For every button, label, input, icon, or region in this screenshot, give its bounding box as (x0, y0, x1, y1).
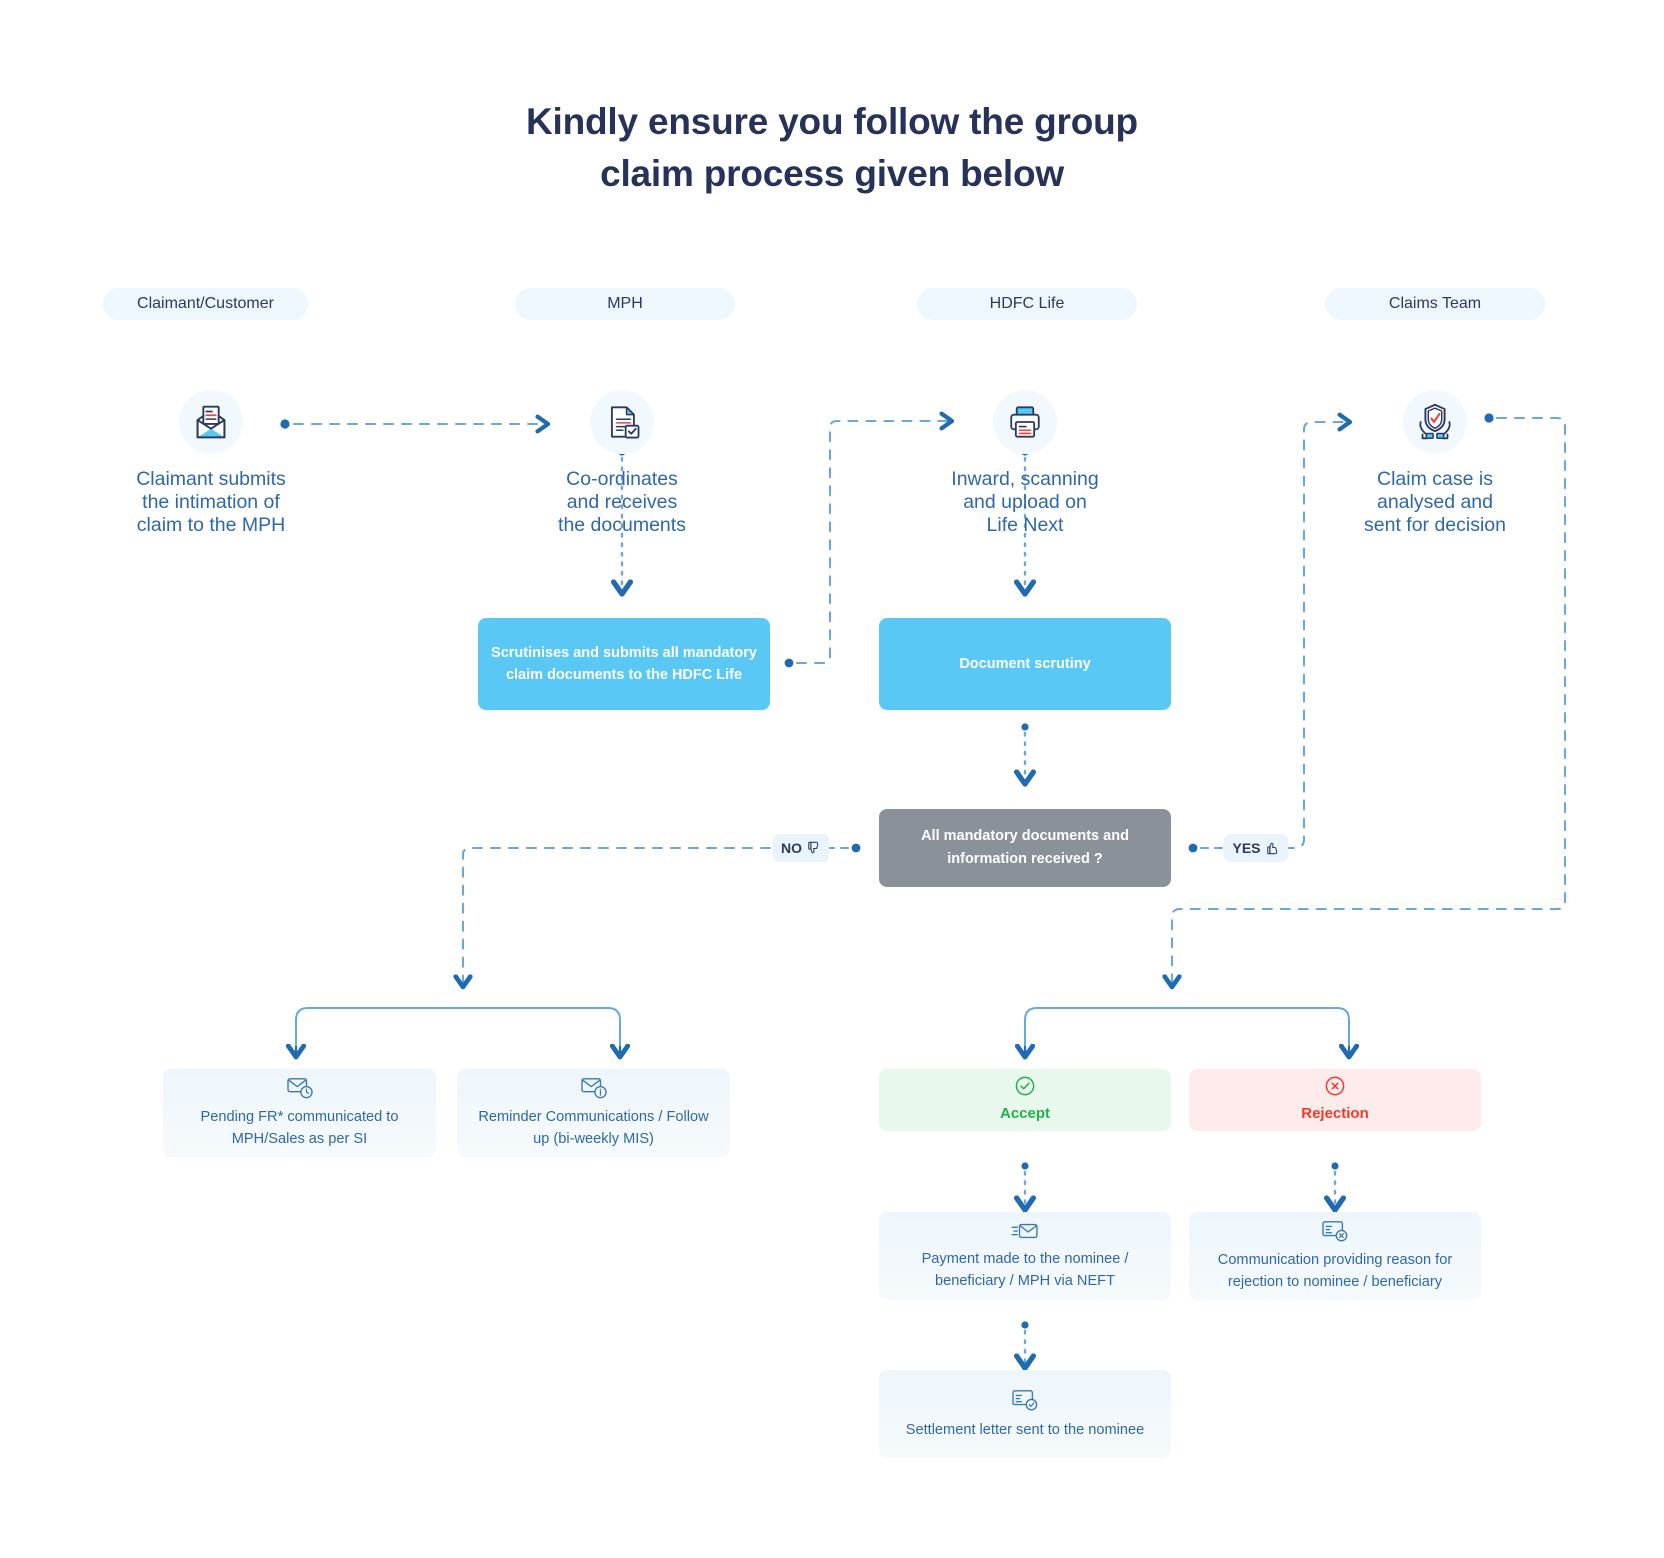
circle-cross-icon (1324, 1075, 1346, 1097)
flowchart-canvas: Kindly ensure you follow the group claim… (0, 0, 1664, 1558)
step-caption-hdfc: Inward, scanning and upload on Life Next (951, 468, 1099, 536)
thumbs-up-icon (1266, 841, 1280, 855)
open-envelope-letter-icon (179, 390, 243, 454)
card-reminder-communications-text: Reminder Communications / Follow up (bi-… (478, 1109, 709, 1147)
card-accept-text: Accept (999, 1105, 1051, 1122)
lane-header-claimant: Claimant/Customer (103, 288, 308, 320)
card-reminder-communications[interactable]: Reminder Communications / Follow up (bi-… (457, 1069, 730, 1157)
connector-layer (280, 411, 1567, 1558)
process-box-document-scrutiny-text: Document scrutiny (959, 656, 1091, 672)
card-settlement-letter-text: Settlement letter sent to the nominee (905, 1422, 1145, 1438)
process-box-scrutinise-submit[interactable]: Scrutinises and submits all mandatory cl… (478, 618, 770, 710)
thumbs-down-icon (807, 841, 821, 855)
document-check-icon (590, 390, 654, 454)
step-mph-coordinates: Co-ordinates and receives the documents (497, 390, 747, 537)
circle-check-icon (1014, 1075, 1036, 1097)
lane-header-claims-team: Claims Team (1325, 288, 1545, 320)
no-text: NO (781, 840, 802, 856)
card-payment-made[interactable]: Payment made to the nominee / beneficiar… (879, 1212, 1171, 1300)
decision-yes-label[interactable]: YES (1224, 834, 1288, 862)
page-title: Kindly ensure you follow the group claim… (0, 96, 1664, 200)
decision-no-label[interactable]: NO (773, 834, 829, 862)
card-payment-made-text: Payment made to the nominee / beneficiar… (921, 1251, 1129, 1289)
card-pending-fr-text: Pending FR* communicated to MPH/Sales as… (200, 1109, 399, 1147)
printer-icon (993, 390, 1057, 454)
step-caption-claims: Claim case is analysed and sent for decisi… (1364, 468, 1506, 536)
decision-box-mandatory-documents[interactable]: All mandatory documents and information … (879, 809, 1171, 887)
card-settlement-letter[interactable]: Settlement letter sent to the nominee (879, 1370, 1171, 1458)
lane-header-hdfc-life: HDFC Life (917, 288, 1137, 320)
card-rejection[interactable]: Rejection (1189, 1069, 1481, 1131)
card-pending-fr[interactable]: Pending FR* communicated to MPH/Sales as… (163, 1069, 436, 1157)
card-rejection-text: Rejection (1301, 1105, 1369, 1122)
document-cross-icon (1320, 1219, 1350, 1243)
document-check-small-icon (1010, 1387, 1040, 1413)
envelope-clock-icon (285, 1076, 315, 1100)
process-box-scrutinise-submit-text: Scrutinises and submits all mandatory cl… (491, 645, 757, 683)
step-hdfc-inward: Inward, scanning and upload on Life Next (900, 390, 1150, 537)
shield-check-hands-icon (1403, 390, 1467, 454)
card-rejection-communication-text: Communication providing reason for rejec… (1217, 1252, 1453, 1290)
step-claimant-submits: Claimant submits the intimation of claim t… (86, 390, 336, 537)
lane-header-mph: MPH (515, 288, 735, 320)
step-caption-claimant: Claimant submits the intimation of claim t… (136, 468, 286, 536)
step-caption-mph: Co-ordinates and receives the documents (558, 468, 686, 536)
yes-text: YES (1232, 840, 1261, 856)
card-accept[interactable]: Accept (879, 1069, 1171, 1131)
page-title-line-2: claim process given below (600, 153, 1064, 194)
decision-box-text: All mandatory documents and information … (921, 828, 1129, 867)
page-title-line-1: Kindly ensure you follow the group (526, 101, 1138, 142)
envelope-send-icon (1010, 1220, 1040, 1242)
step-claims-analysed: Claim case is analysed and sent for decisi… (1310, 390, 1560, 537)
envelope-info-icon (579, 1076, 609, 1100)
process-box-document-scrutiny[interactable]: Document scrutiny (879, 618, 1171, 710)
card-rejection-communication[interactable]: Communication providing reason for rejec… (1189, 1212, 1481, 1300)
